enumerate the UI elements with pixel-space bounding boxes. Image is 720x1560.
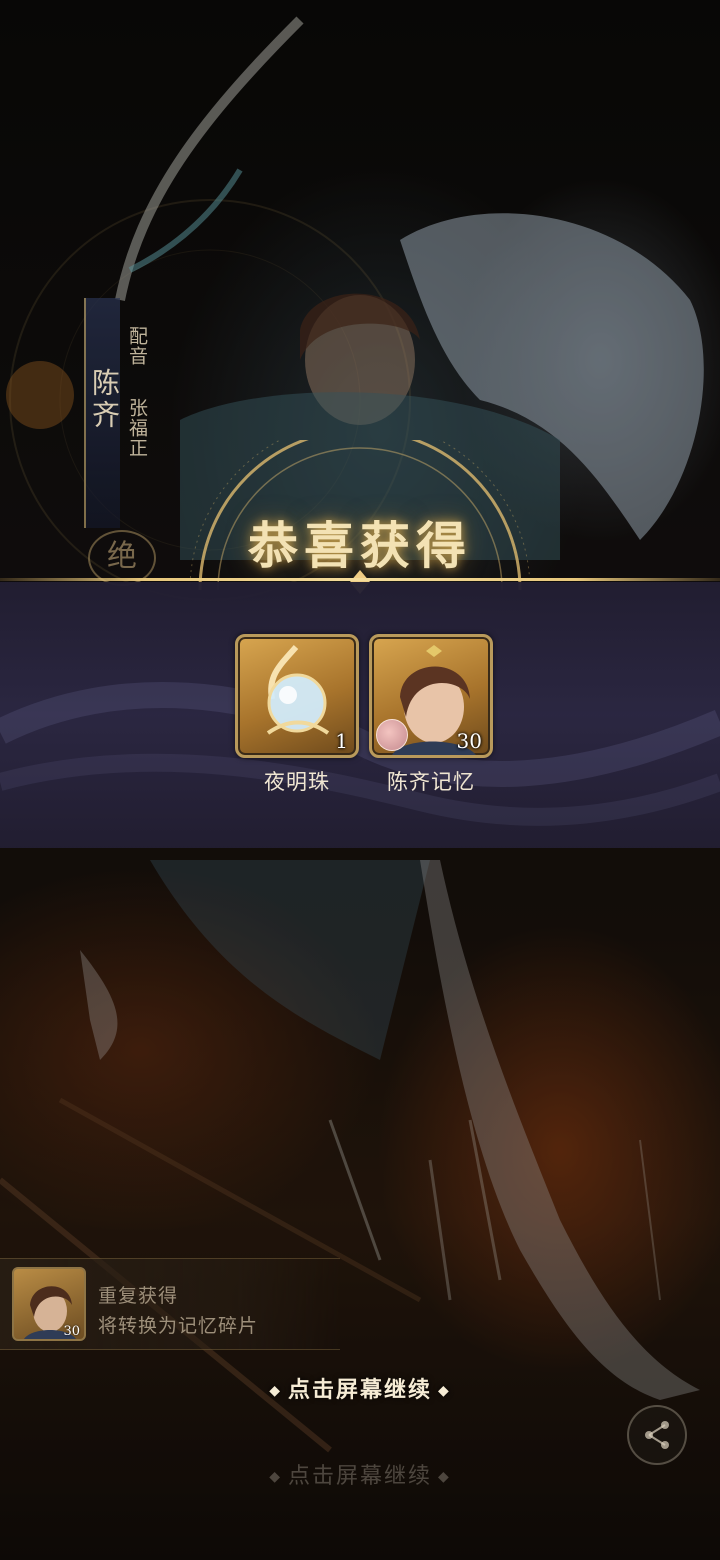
memory-fragment-icon xyxy=(376,719,408,751)
item-count: 30 xyxy=(456,729,482,753)
tap-to-continue-ghost: ◆ 点击屏幕继续 ◆ xyxy=(0,1458,720,1490)
item-label: 夜明珠 xyxy=(264,770,330,794)
diamond-icon: ◆ xyxy=(438,1383,451,1399)
diamond-icon: ◆ xyxy=(438,1469,451,1485)
reward-item-pearl[interactable]: 1 夜明珠 xyxy=(235,634,359,796)
duplicate-title: 重复获得 xyxy=(98,1285,179,1307)
tap-to-continue[interactable]: ◆ 点击屏幕继续 ◆ xyxy=(0,1372,720,1404)
reward-item-memory[interactable]: 30 陈齐记忆 xyxy=(369,634,493,796)
reward-item-frame: 1 xyxy=(235,634,359,758)
duplicate-count: 30 xyxy=(63,1324,80,1339)
item-count: 1 xyxy=(335,729,348,753)
reward-item-frame: 30 xyxy=(369,634,493,758)
voice-actor-label: 配音 xyxy=(126,326,148,366)
item-label: 陈齐记忆 xyxy=(387,770,475,794)
share-button[interactable] xyxy=(627,1405,687,1465)
voice-actor-name: 张福正 xyxy=(126,398,148,458)
reward-title: 恭喜获得 xyxy=(248,516,472,575)
share-icon xyxy=(645,1421,669,1449)
duplicate-description: 将转换为记忆碎片 xyxy=(98,1315,259,1337)
duplicate-notice: 30 重复获得 将转换为记忆碎片 xyxy=(0,1258,340,1350)
continue-text-faded: 点击屏幕继续 xyxy=(287,1464,432,1489)
continue-text: 点击屏幕继续 xyxy=(287,1377,432,1403)
diamond-icon: ◆ xyxy=(269,1469,282,1485)
reward-panel: 1 夜明珠 30 陈齐记忆 xyxy=(0,582,720,848)
character-name: 陈齐 xyxy=(88,368,121,432)
gold-divider xyxy=(0,578,720,581)
diamond-icon: ◆ xyxy=(269,1383,282,1399)
duplicate-portrait: 30 xyxy=(12,1267,86,1341)
band-wisp-decoration xyxy=(0,682,720,826)
